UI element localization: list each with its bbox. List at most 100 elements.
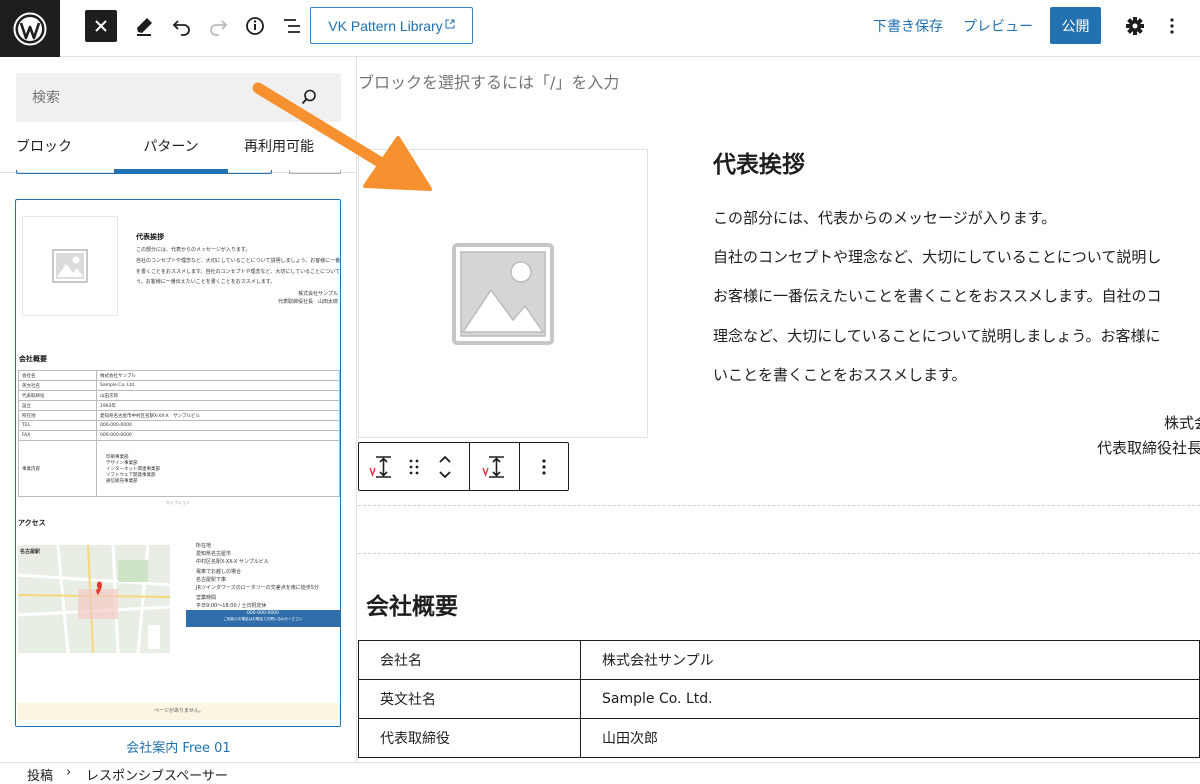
editor-canvas: ブロックを選択するには「/」を入力 代表挨拶 この部分には、代表からのメッセージ…	[357, 57, 1200, 762]
signature-company[interactable]: 株式会	[1164, 412, 1200, 433]
image-block-placeholder[interactable]	[358, 149, 648, 438]
preview-signature-person: 代表取締役社長 山田太郎	[277, 299, 338, 305]
table-cell: 山田次郎	[96, 390, 340, 401]
preview-access-label: 所在地	[196, 543, 212, 549]
redo-button[interactable]	[204, 10, 232, 42]
tab-blocks[interactable]: ブロック	[0, 129, 114, 173]
redo-icon	[210, 20, 228, 36]
preview-access-title: アクセス	[18, 519, 46, 527]
breadcrumb-separator: ›	[66, 765, 72, 780]
preview-caption: キャプション	[166, 500, 190, 505]
preview-signature-company: 株式会社サンプル	[298, 291, 338, 297]
table-row: 所在地 愛知県名古屋市中村区名駅X-XX-X サンプルビル	[18, 410, 340, 421]
options-menu-button[interactable]	[1160, 10, 1184, 42]
preview-map	[18, 545, 170, 653]
pattern-title[interactable]: 会社案内 Free 01	[0, 737, 356, 756]
inserter-search	[16, 73, 341, 122]
undo-button[interactable]	[168, 10, 196, 42]
explore-button[interactable]	[289, 170, 341, 174]
table-row: 代表取締役 山田次郎	[18, 390, 340, 401]
tab-patterns[interactable]: パターン	[114, 129, 228, 173]
table-cell[interactable]: 会社名	[358, 640, 581, 680]
preview-greeting-line: 自社のコンセプトや理念など、大切にしていることについて説明しましょう。お客様に一…	[136, 258, 341, 264]
table-cell: 株式会社サンプル	[96, 370, 340, 381]
gear-icon	[1126, 17, 1144, 35]
block-breadcrumb: 投稿 › レスポンシブスペーサー	[0, 762, 1200, 784]
pen-icon	[137, 18, 152, 36]
details-button[interactable]	[241, 10, 269, 42]
table-cell[interactable]: 株式会社サンプル	[580, 640, 1200, 680]
table-row: 会社名 株式会社サンプル	[18, 370, 340, 381]
table-cell: 事業内容	[18, 440, 97, 497]
table-cell: 000-000-0000	[96, 430, 340, 441]
greeting-line[interactable]: いことを書くことをおススメします。	[713, 364, 967, 385]
greeting-line[interactable]: お客様に一番伝えたいことを書くことをおススメします。自社のコ	[713, 285, 1162, 306]
preview-access-label: 電車でお越しの場合	[196, 569, 242, 575]
table-row: 会社名 株式会社サンプル	[358, 640, 1200, 680]
table-row: 英文社名 Sample Co. Ltd.	[18, 380, 340, 391]
table-cell: 000-000-0000	[96, 420, 340, 431]
close-icon	[95, 20, 107, 32]
table-cell[interactable]: 山田次郎	[580, 718, 1200, 758]
preview-footer-note: ページがありません。	[18, 703, 340, 720]
chevron-up-down-icon	[439, 455, 451, 478]
preview-access-label: 営業時間	[196, 595, 217, 601]
preview-greeting-title: 代表挨拶	[136, 233, 164, 241]
pattern-category-select[interactable]	[16, 170, 272, 174]
preview-greeting-line: う。お客様に一番伝えたいことを書くことをおススメします。	[136, 279, 276, 285]
block-type-button[interactable]	[359, 443, 403, 490]
vk-pattern-library-button[interactable]: VK Pattern Library	[310, 7, 473, 44]
breadcrumb-item-spacer[interactable]: レスポンシブスペーサー	[86, 765, 228, 784]
greeting-line[interactable]: この部分には、代表からのメッセージが入ります。	[713, 207, 1056, 228]
table-cell[interactable]: Sample Co. Ltd.	[580, 679, 1200, 719]
table-row: 代表取締役 山田次郎	[358, 718, 1200, 758]
preview-phone-cta: 000-000-0000 ご相談のお電話はお電話でお問い合わせください	[186, 610, 340, 627]
preview-button[interactable]: プレビュー	[962, 10, 1034, 42]
spacer-settings-button[interactable]	[470, 443, 518, 490]
block-appender-hint[interactable]: ブロックを選択するには「/」を入力	[358, 69, 619, 93]
table-cell: 設立	[18, 400, 97, 411]
spacer-block-top	[358, 505, 1200, 506]
undo-icon	[172, 20, 190, 36]
wordpress-icon	[13, 12, 47, 45]
company-heading[interactable]: 会社概要	[366, 587, 458, 621]
tab-reusable[interactable]: 再利用可能	[228, 129, 356, 173]
list-item: 通信販売事業部	[106, 478, 138, 484]
table-row: 事業内容 印刷事業部 デザイン事業部 インターネット関連事業部 ソフトウェア開発…	[18, 440, 340, 497]
preview-access-text: 愛知県名古屋市	[196, 551, 232, 557]
preview-business-list-cell: 印刷事業部 デザイン事業部 インターネット関連事業部 ソフトウェア開発事業部 通…	[96, 440, 340, 497]
signature-person[interactable]: 代表取締役社長	[1097, 437, 1200, 458]
vk-pattern-library-label: VK Pattern Library	[328, 17, 443, 34]
tools-button[interactable]	[130, 10, 158, 42]
move-up-down-button[interactable]	[429, 443, 461, 490]
map-graphic	[18, 545, 170, 653]
settings-button[interactable]	[1121, 10, 1149, 42]
search-input[interactable]	[16, 73, 341, 122]
list-view-icon	[284, 19, 300, 33]
publish-button[interactable]: 公開	[1050, 7, 1101, 44]
save-draft-button[interactable]: 下書き保存	[872, 10, 944, 42]
editor-header: VK Pattern Library 下書き保存 プレビュー 公開	[0, 0, 1200, 57]
greeting-heading[interactable]: 代表挨拶	[713, 145, 805, 179]
breadcrumb-item-post[interactable]: 投稿	[27, 765, 53, 784]
responsive-spacer-icon	[482, 455, 504, 478]
close-inserter-button[interactable]	[85, 10, 117, 42]
table-cell[interactable]: 英文社名	[358, 679, 581, 719]
greeting-line[interactable]: 自社のコンセプトや理念など、大切にしていることについて説明し	[713, 246, 1161, 267]
greeting-line[interactable]: 理念など、大切にしていることについて説明しましょう。お客様に	[713, 325, 1160, 346]
block-options-button[interactable]	[520, 443, 568, 490]
drag-handle[interactable]	[403, 443, 425, 490]
preview-map-place: 名古屋駅	[20, 549, 41, 555]
preview-access-text: 名古屋駅下車	[196, 577, 227, 583]
drag-handle-icon	[409, 459, 419, 474]
pattern-preview-company-profile[interactable]: 代表挨拶 この部分には、代表からのメッセージが入ります。 自社のコンセプトや理念…	[15, 199, 341, 727]
table-cell[interactable]: 代表取締役	[358, 718, 581, 758]
table-cell: 愛知県名古屋市中村区名駅X-XX-X サンプルビル	[96, 410, 340, 421]
list-view-button[interactable]	[278, 10, 306, 42]
table-row: 設立 1993年	[18, 400, 340, 411]
kebab-icon	[1170, 18, 1174, 34]
table-row: FAX 000-000-0000	[18, 430, 340, 441]
wordpress-logo-button[interactable]	[0, 0, 60, 57]
image-placeholder-icon	[52, 249, 88, 283]
preview-company-table: 会社名 株式会社サンプル 英文社名 Sample Co. Ltd. 代表取締役 山田次…	[18, 370, 340, 497]
